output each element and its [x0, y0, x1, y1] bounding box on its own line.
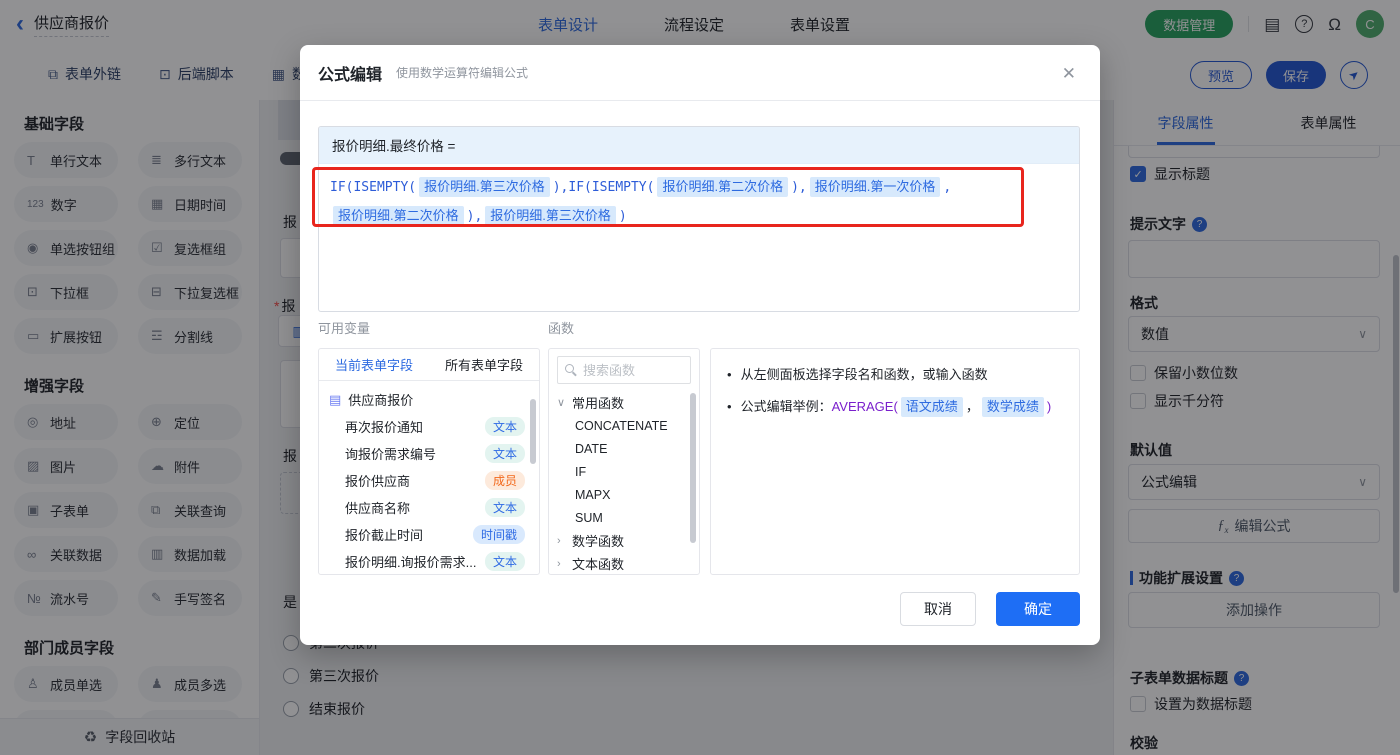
dialog-header: 公式编辑 使用数学运算符编辑公式 [300, 45, 1100, 101]
field-chip: 报价明细.第二次价格 [333, 206, 464, 226]
type-badge: 成员 [484, 471, 525, 490]
search-icon [565, 364, 577, 376]
available-variables-label: 可用变量 [318, 321, 371, 336]
variable-name: 报价供应商 [345, 474, 411, 489]
caret-right-icon: › [557, 534, 561, 547]
field-chip: 报价明细.第一次价格 [809, 177, 941, 197]
functions-panel: ∨ 常用函数 CONCATENATE DATE IF MAPX SUM › 数学函数… [548, 348, 700, 575]
functions-label: 函数 [548, 321, 575, 336]
function-group-common[interactable]: ∨ 常用函数 [549, 391, 699, 414]
formula-editor[interactable]: 报价明细.最终价格 = IF(ISEMPTY(报价明细.第三次价格),IF(IS… [318, 126, 1080, 312]
variable-item[interactable]: 报价明细.询报价需求... 文本 [319, 548, 539, 574]
close-icon[interactable]: ✕ [1062, 64, 1076, 84]
group-label: 数学函数 [572, 534, 625, 549]
cancel-button[interactable]: 取消 [900, 592, 976, 626]
variables-scrollbar[interactable] [530, 399, 536, 464]
variable-name: 报价明细.询报价需求... [345, 555, 477, 570]
function-item-concatenate[interactable]: CONCATENATE [549, 414, 699, 437]
field-chip: 数学成绩 [981, 397, 1044, 417]
field-chip: 报价明细.第三次价格 [419, 177, 550, 197]
function-name-token: AVERAGE( [831, 399, 898, 414]
type-badge: 时间戳 [472, 525, 525, 544]
separator: ， [965, 399, 979, 414]
variable-name: 报价截止时间 [345, 528, 424, 543]
variable-item[interactable]: 报价供应商 成员 [319, 467, 539, 494]
function-search-input[interactable] [583, 362, 683, 378]
function-close-token: ) [1046, 399, 1052, 414]
variable-name: 再次报价通知 [345, 420, 424, 435]
field-chip: 报价明细.第二次价格 [657, 177, 789, 197]
variable-item[interactable]: 再次报价通知 文本 [319, 413, 539, 440]
formula-line-1: IF(ISEMPTY(报价明细.第三次价格),IF(ISEMPTY(报价明细.第… [330, 177, 952, 197]
formula-code-area[interactable]: IF(ISEMPTY(报价明细.第三次价格),IF(ISEMPTY(报价明细.第… [319, 164, 1079, 240]
variable-item[interactable]: 询报价需求编号 文本 [319, 440, 539, 467]
variable-item[interactable]: 报价截止时间 时间戳 [319, 521, 539, 548]
type-badge: 文本 [484, 552, 525, 571]
functions-scrollbar[interactable] [690, 393, 696, 543]
caret-right-icon: › [557, 557, 561, 570]
function-group-text[interactable]: › 文本函数 [549, 552, 699, 574]
variable-name: 供应商名称 [345, 501, 411, 516]
help-tip-1: 从左侧面板选择字段名和函数，或输入函数 [727, 362, 1063, 387]
dialog-subtitle: 使用数学运算符编辑公式 [396, 66, 529, 80]
type-badge: 文本 [484, 498, 525, 517]
formula-line-2: 报价明细.第二次价格), 报价明细.第三次价格) [330, 202, 1068, 231]
function-item-date[interactable]: DATE [549, 437, 699, 460]
group-label: 文本函数 [572, 557, 625, 572]
function-group-math[interactable]: › 数学函数 [549, 529, 699, 552]
dialog-title: 公式编辑 [318, 66, 383, 84]
function-item-mapx[interactable]: MAPX [549, 483, 699, 506]
tab-current-form-fields[interactable]: 当前表单字段 [319, 349, 429, 380]
help-panel: 从左侧面板选择字段名和函数，或输入函数 公式编辑举例：AVERAGE(语文成绩，… [710, 348, 1080, 575]
field-chip: 报价明细.第三次价格 [485, 206, 616, 226]
tab-all-form-fields[interactable]: 所有表单字段 [429, 349, 539, 380]
caret-down-icon: ∨ [557, 397, 566, 409]
example-prefix: 公式编辑举例： [740, 399, 832, 414]
confirm-button[interactable]: 确定 [996, 592, 1080, 626]
variable-tree-root[interactable]: ▤ 供应商报价 [319, 386, 539, 413]
type-badge: 文本 [484, 417, 525, 436]
function-item-if[interactable]: IF [549, 460, 699, 483]
group-label: 常用函数 [572, 396, 625, 411]
form-doc-icon: ▤ [329, 391, 342, 407]
formula-edit-dialog: 公式编辑 使用数学运算符编辑公式 ✕ 报价明细.最终价格 = IF(ISEMPT… [300, 45, 1100, 645]
field-chip: 语文成绩 [900, 397, 963, 417]
variable-name: 询报价需求编号 [345, 447, 437, 462]
formula-target-expression: 报价明细.最终价格 = [319, 127, 1079, 164]
variable-item[interactable]: 供应商名称 文本 [319, 494, 539, 521]
root-label: 供应商报价 [348, 393, 414, 408]
function-search-box[interactable] [557, 356, 691, 384]
help-tip-2: 公式编辑举例：AVERAGE(语文成绩，数学成绩) [727, 394, 1063, 419]
function-item-sum[interactable]: SUM [549, 506, 699, 529]
variables-panel: 当前表单字段 所有表单字段 ▤ 供应商报价 再次报价通知 文本 询报价需求编号 文本… [318, 348, 540, 575]
type-badge: 文本 [484, 444, 525, 463]
